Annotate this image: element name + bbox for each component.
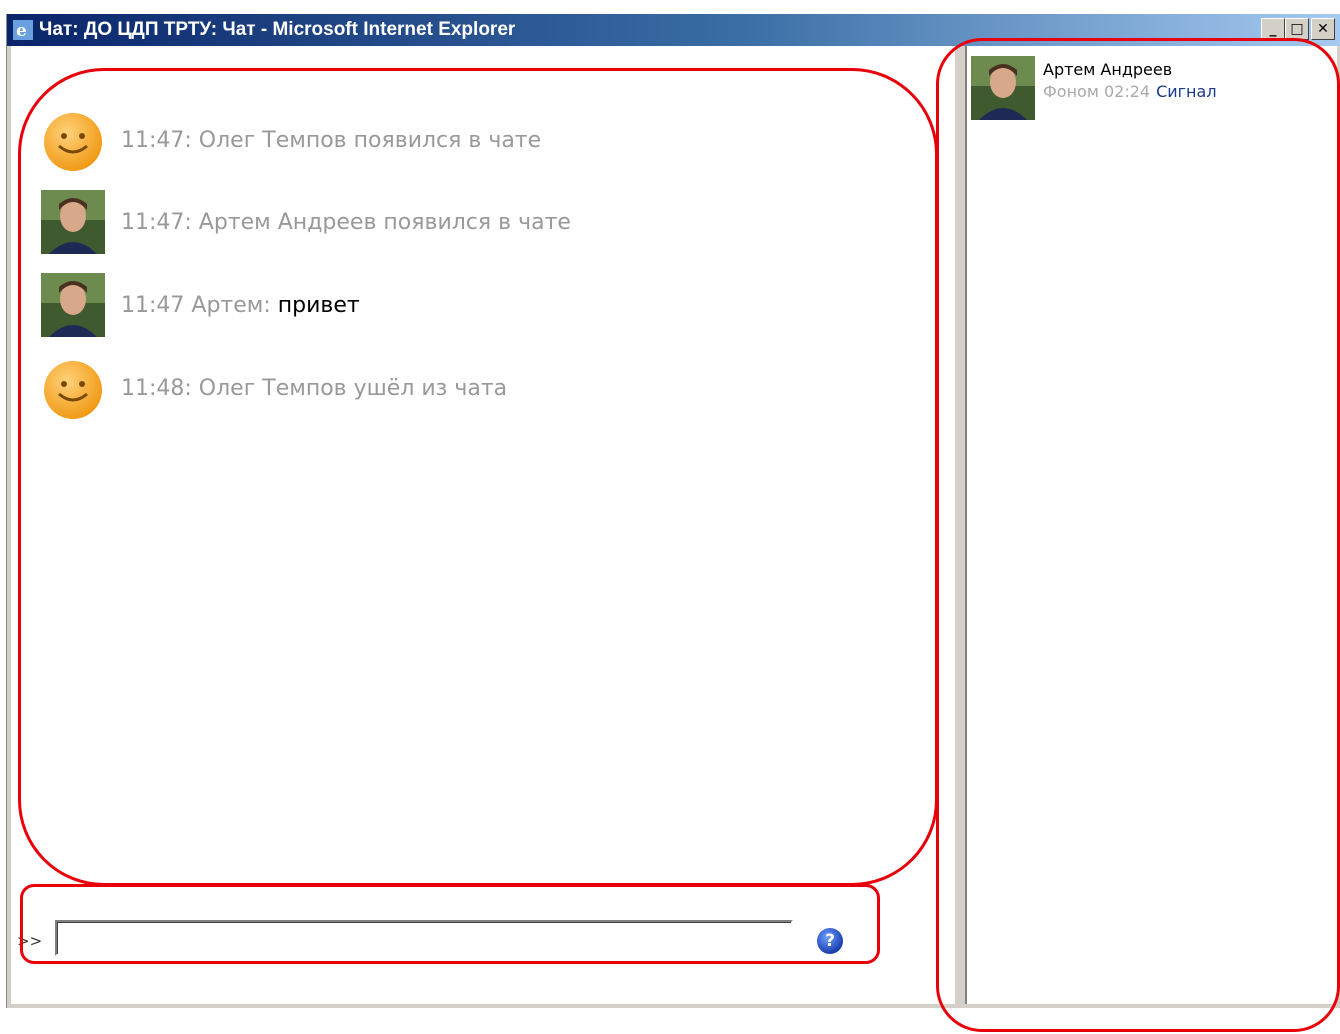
smiley-avatar-icon bbox=[44, 361, 102, 419]
user-list-item: Артем Андреев Фоном 02:24 Сигнал bbox=[971, 56, 1331, 120]
chat-message: 11:48: Олег Темпов ушёл из чата bbox=[41, 356, 921, 420]
input-prompt: >> bbox=[17, 932, 43, 950]
smiley-avatar-icon bbox=[44, 113, 102, 171]
title-bar[interactable]: e Чат: ДО ЦДП ТРТУ: Чат - Microsoft Inte… bbox=[7, 14, 1340, 46]
user-status: Фоном 02:24 Сигнал bbox=[1043, 82, 1217, 101]
user-list-pane: Артем Андреев Фоном 02:24 Сигнал bbox=[967, 46, 1337, 1004]
frame-splitter[interactable] bbox=[953, 46, 967, 1004]
user-photo-avatar bbox=[41, 190, 105, 254]
message-text: 11:47 Артем: привет bbox=[121, 293, 360, 318]
browser-window: e Чат: ДО ЦДП ТРТУ: Чат - Microsoft Inte… bbox=[6, 14, 1340, 1008]
message-text: 11:48: Олег Темпов ушёл из чата bbox=[121, 376, 508, 401]
message-input-row: >> ? bbox=[11, 920, 911, 960]
chat-message: 11:47 Артем: привет bbox=[41, 273, 921, 337]
message-input[interactable] bbox=[55, 920, 793, 956]
chat-message: 11:47: Олег Темпов появился в чате bbox=[41, 108, 921, 172]
svg-text:e: e bbox=[16, 21, 27, 40]
close-button[interactable]: ✕ bbox=[1311, 18, 1335, 40]
page-content: 11:47: Олег Темпов появился в чате 11:47… bbox=[11, 46, 1337, 1004]
message-body: привет bbox=[270, 293, 360, 318]
user-photo-avatar bbox=[971, 56, 1035, 120]
user-photo-avatar bbox=[41, 273, 105, 337]
minimize-button[interactable]: _ bbox=[1261, 18, 1285, 40]
chat-pane: 11:47: Олег Темпов появился в чате 11:47… bbox=[11, 46, 953, 1004]
message-text: 11:47: Артем Андреев появился в чате bbox=[121, 210, 571, 235]
help-icon[interactable]: ? bbox=[817, 928, 843, 954]
maximize-button[interactable]: □ bbox=[1285, 18, 1309, 40]
chat-message: 11:47: Артем Андреев появился в чате bbox=[41, 190, 921, 254]
signal-link[interactable]: Сигнал bbox=[1156, 82, 1216, 101]
message-text: 11:47: Олег Темпов появился в чате bbox=[121, 128, 542, 153]
user-name: Артем Андреев bbox=[1043, 60, 1173, 79]
internet-explorer-icon: e bbox=[13, 20, 33, 40]
window-title: Чат: ДО ЦДП ТРТУ: Чат - Microsoft Intern… bbox=[39, 19, 516, 40]
